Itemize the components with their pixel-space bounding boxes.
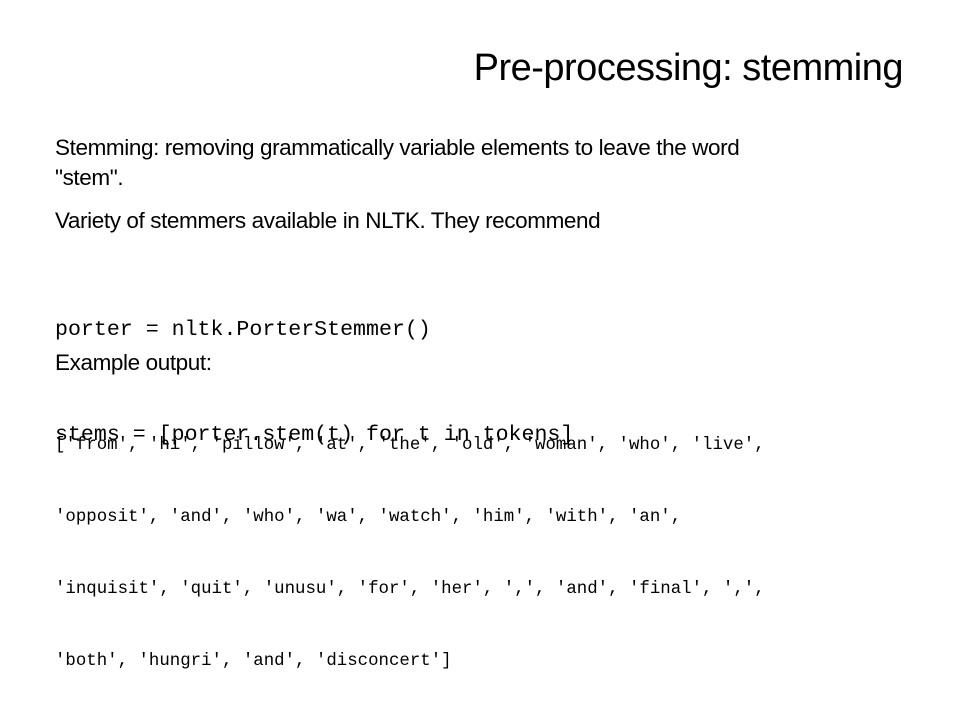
code-line: porter = nltk.PorterStemmer() xyxy=(55,318,431,342)
example-label: Example output: xyxy=(55,350,212,375)
example-output-block: ['from', 'hi', 'pillow', 'at', 'the', 'o… xyxy=(55,386,765,722)
definition-line-1: Stemming: removing grammatically variabl… xyxy=(55,135,740,160)
output-line: ['from', 'hi', 'pillow', 'at', 'the', 'o… xyxy=(55,436,765,455)
slide: Pre-processing: stemming Stemming: remov… xyxy=(0,0,960,671)
slide-title: Pre-processing: stemming xyxy=(473,47,904,89)
definition-paragraph: Stemming: removing grammatically variabl… xyxy=(55,133,740,193)
output-line: 'both', 'hungri', 'and', 'disconcert'] xyxy=(55,652,452,671)
recommendation-paragraph: Variety of stemmers available in NLTK. T… xyxy=(55,208,601,233)
definition-line-2: "stem". xyxy=(55,165,124,190)
output-line: 'inquisit', 'quit', 'unusu', 'for', 'her… xyxy=(55,580,765,599)
output-line: 'opposit', 'and', 'who', 'wa', 'watch', … xyxy=(55,508,682,527)
